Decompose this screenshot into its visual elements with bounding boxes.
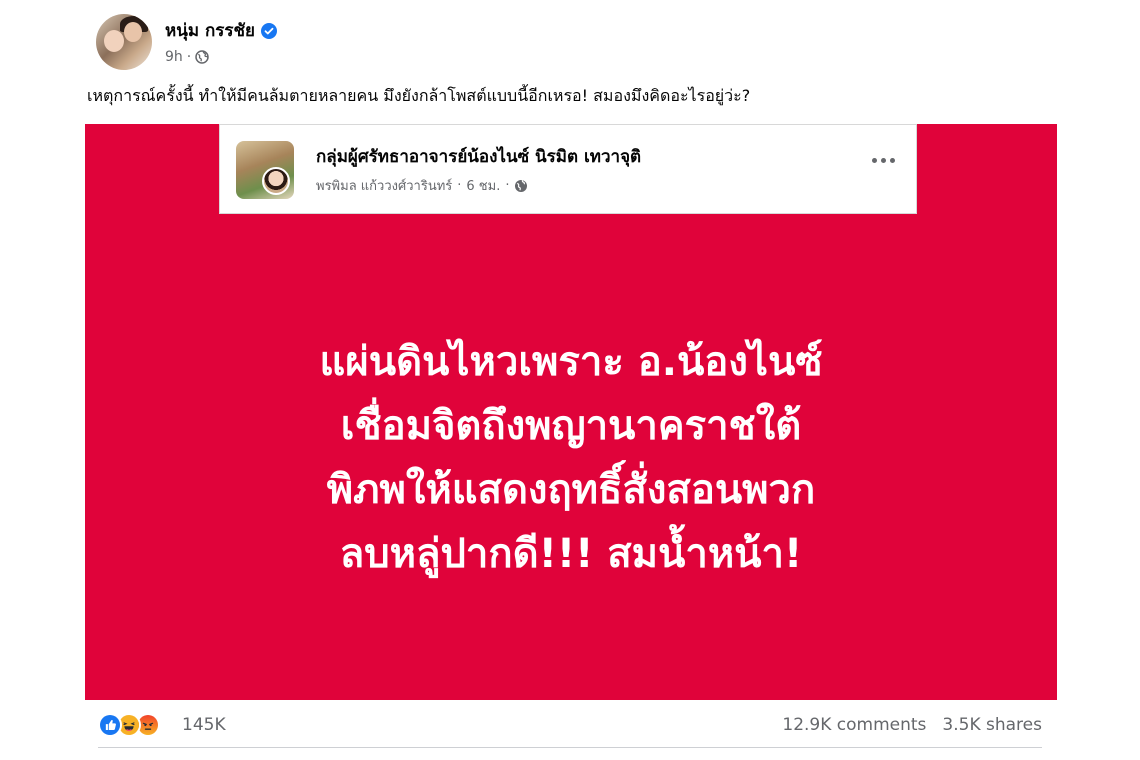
like-icon (98, 713, 122, 737)
meta-separator: · (186, 49, 192, 65)
embedded-meta-separator: · (457, 178, 462, 193)
shares-count[interactable]: 3.5K shares (942, 715, 1042, 735)
author-avatar[interactable] (96, 14, 152, 70)
embedded-post-header: กลุ่มผู้ศรัทธาอาจารย์น้องไนซ์ นิรมิต เทว… (219, 124, 917, 214)
post-caption: เหตุการณ์ครั้งนี้ ทำให้มีคนล้มตายหลายคน … (87, 86, 751, 105)
headline-line: พิภพให้แสดงฤทธิ์สั่งสอนพวก (326, 467, 816, 513)
embedded-meta-separator-2: · (505, 178, 510, 193)
comments-count[interactable]: 12.9K comments (782, 715, 926, 735)
post-author: หนุ่ม กรรชัย (165, 17, 278, 44)
embedded-post-time: 6 ชม. (466, 179, 501, 194)
globe-icon (195, 50, 209, 64)
post-footer: 145K 12.9K comments 3.5K shares (98, 706, 1042, 746)
image-headline: แผ่นดินไหวเพราะ อ.น้องไนซ์ เชื่อมจิตถึงพ… (85, 330, 1057, 586)
more-dots-icon (866, 145, 900, 175)
post-stats: 12.9K comments 3.5K shares (782, 715, 1042, 735)
reaction-count[interactable]: 145K (182, 715, 226, 735)
post-meta: 9h · (165, 49, 209, 65)
group-name: กลุ่มผู้ศรัทธาอาจารย์น้องไนซ์ นิรมิต เทว… (316, 147, 642, 167)
headline-line: ลบหลู่ปากดี!!! สมน้ำหน้า! (339, 531, 803, 577)
author-name[interactable]: หนุ่ม กรรชัย (165, 17, 255, 44)
post-image[interactable]: กลุ่มผู้ศรัทธาอาจารย์น้องไนซ์ นิรมิต เทว… (85, 124, 1057, 700)
verified-badge-icon (261, 22, 278, 39)
post-time[interactable]: 9h (165, 49, 183, 65)
poster-name: พรพิมล แก้ววงศ์วารินทร์ (316, 179, 453, 194)
embedded-post-meta: พรพิมล แก้ววงศ์วารินทร์ · 6 ชม. · (316, 175, 528, 196)
headline-line: เชื่อมจิตถึงพญานาคราชใต้ (340, 403, 802, 449)
headline-line: แผ่นดินไหวเพราะ อ.น้องไนซ์ (319, 339, 823, 385)
footer-divider (98, 747, 1042, 748)
reactions-summary[interactable] (98, 713, 160, 737)
group-thumbnail (236, 141, 294, 199)
embedded-globe-icon (514, 179, 528, 193)
